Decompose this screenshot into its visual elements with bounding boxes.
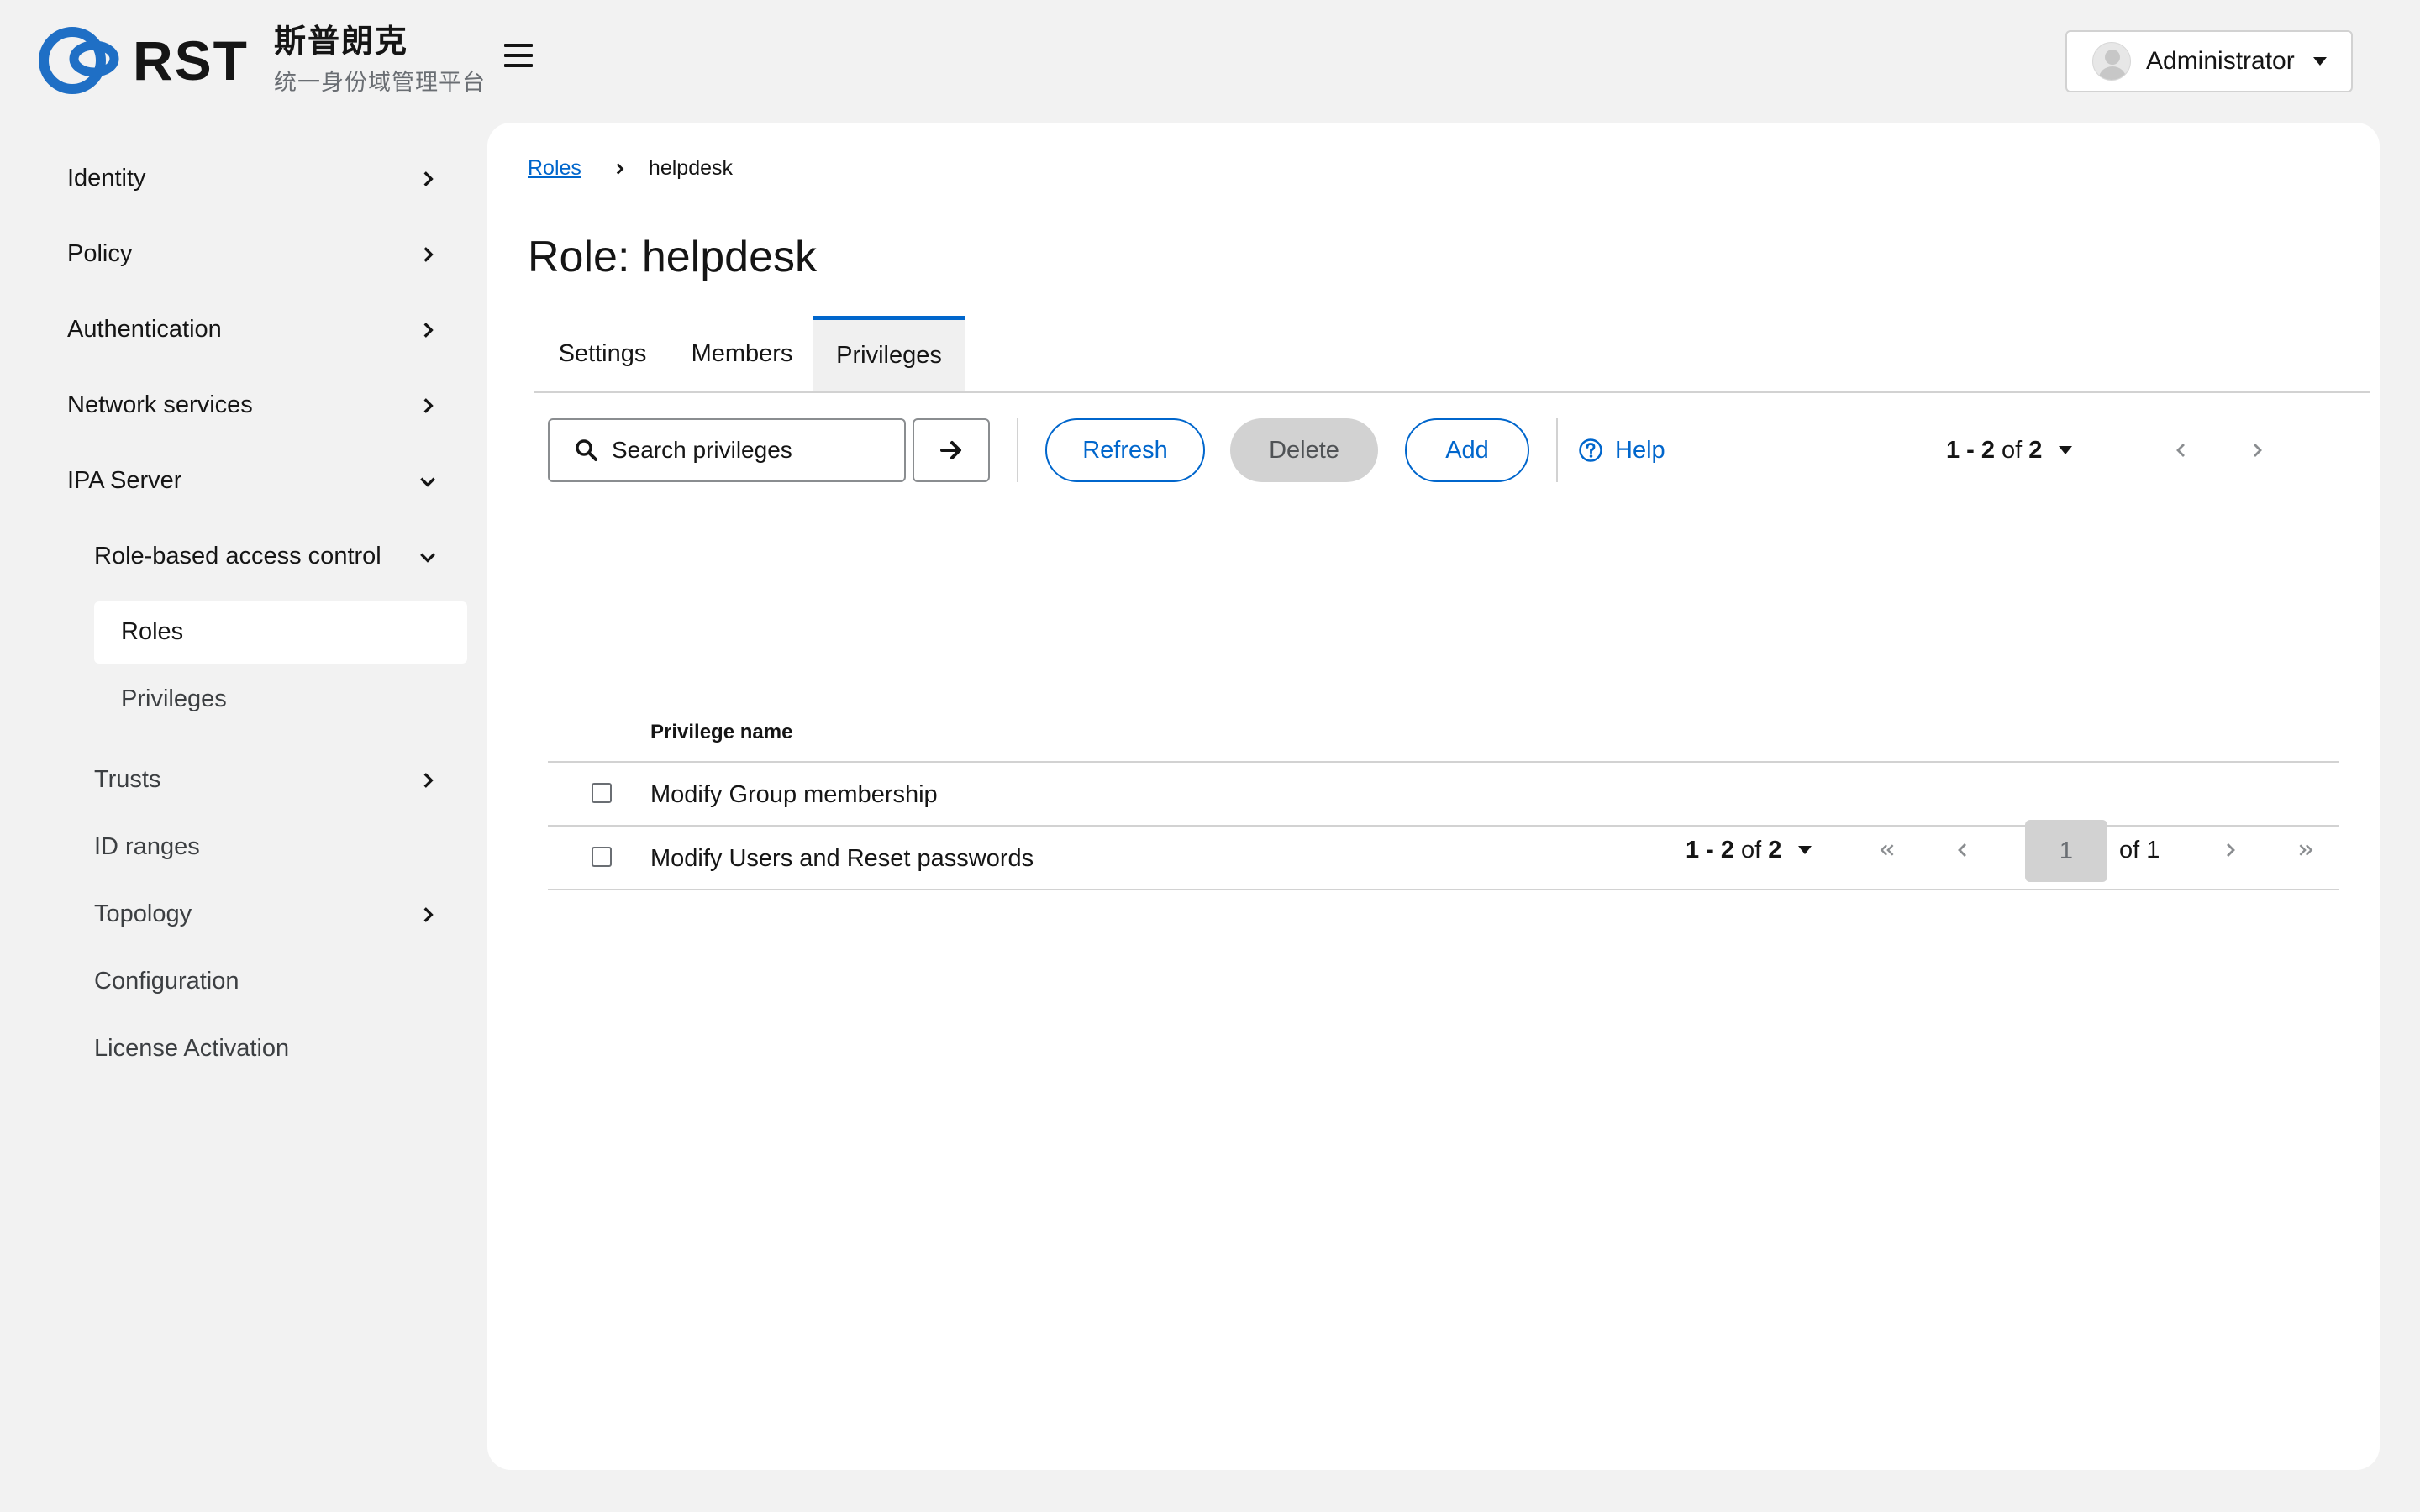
delete-button[interactable]: Delete <box>1230 418 1378 482</box>
pagination-range: 1 - 2 <box>1946 436 1996 464</box>
previous-page-button[interactable] <box>1938 818 1988 882</box>
user-menu-toggle[interactable]: Administrator <box>2065 30 2353 92</box>
pagination-toggle-bottom[interactable]: 1 - 2 of 2 <box>1686 818 1812 882</box>
pagination-total: 2 <box>2028 436 2043 464</box>
sidebar-item-label: License Activation <box>94 1035 290 1062</box>
next-page-button[interactable] <box>2205 818 2255 882</box>
chevron-right-icon[interactable] <box>415 166 440 192</box>
tab-bar: Settings Members Privileges <box>534 316 2370 393</box>
row-checkbox[interactable] <box>592 783 612 803</box>
privilege-name-cell: Modify Group membership <box>650 781 938 808</box>
page-count-label: of 1 <box>2119 836 2160 864</box>
sidebar-item-label: IPA Server <box>67 467 182 494</box>
sidebar-item-label: Privileges <box>121 685 227 712</box>
tab-members[interactable]: Members <box>671 316 813 391</box>
refresh-button[interactable]: Refresh <box>1045 418 1205 482</box>
sidebar-item-roles[interactable]: Roles <box>121 618 183 646</box>
search-box <box>548 418 906 482</box>
search-icon <box>575 438 598 462</box>
current-page-input[interactable]: 1 <box>2025 820 2107 882</box>
chevron-right-icon <box>2254 444 2262 457</box>
sidebar-item-policy[interactable]: Policy <box>67 240 132 268</box>
logo-icon <box>39 25 129 96</box>
sidebar-item-privileges[interactable]: Privileges <box>121 685 227 713</box>
chevron-down-icon[interactable] <box>415 544 440 570</box>
sidebar-item-label: Roles <box>121 618 184 645</box>
pagination-of: of <box>2002 436 2023 464</box>
breadcrumb-current: helpdesk <box>648 156 733 180</box>
page-title: Role: helpdesk <box>528 233 817 281</box>
sidebar-item-label: Identity <box>67 165 146 192</box>
main-content-card: Roles helpdesk Role: helpdesk Settings M… <box>487 123 2380 1470</box>
sidebar-item-rbac[interactable]: Role-based access control <box>94 543 381 570</box>
double-chevron-right-icon <box>2299 844 2313 856</box>
pagination-total: 2 <box>1768 836 1782 864</box>
add-button[interactable]: Add <box>1405 418 1529 482</box>
sidebar-item-label: Topology <box>94 900 192 927</box>
tab-privileges[interactable]: Privileges <box>813 316 965 391</box>
breadcrumb-link-roles[interactable]: Roles <box>528 156 581 181</box>
chevron-left-icon <box>1958 843 1966 857</box>
table-row: Modify Group membership <box>548 763 2339 827</box>
brand-subtitle: 统一身份域管理平台 <box>274 70 486 95</box>
sidebar-item-label: Configuration <box>94 968 239 995</box>
column-header-privilege-name: Privilege name <box>650 721 793 743</box>
sidebar-item-identity[interactable]: Identity <box>67 165 146 192</box>
sidebar-item-trusts[interactable]: Trusts <box>94 766 160 794</box>
sidebar-item-label: Policy <box>67 240 133 267</box>
pagination-bottom: 1 - 2 of 2 1 of 1 <box>487 818 2380 882</box>
chevron-right-icon[interactable] <box>415 318 440 343</box>
logo-wordmark: RST <box>133 29 249 92</box>
next-page-button[interactable] <box>2232 418 2282 482</box>
chevron-left-icon <box>2176 444 2185 457</box>
sidebar-item-network-services[interactable]: Network services <box>67 391 253 419</box>
sidebar-item-license-activation[interactable]: License Activation <box>94 1035 289 1063</box>
toolbar-divider <box>1556 418 1558 482</box>
sidebar-item-label: Authentication <box>67 316 222 343</box>
user-name: Administrator <box>2146 47 2295 75</box>
pagination-range: 1 - 2 <box>1686 836 1735 864</box>
avatar-icon <box>2092 42 2131 81</box>
sidebar-item-ipa-server[interactable]: IPA Server <box>67 467 182 495</box>
chevron-right-icon[interactable] <box>415 393 440 418</box>
last-page-button[interactable] <box>2281 818 2331 882</box>
sidebar-item-label: ID ranges <box>94 833 200 860</box>
chevron-right-icon <box>2227 843 2235 857</box>
help-label: Help <box>1615 436 1665 464</box>
pagination-of: of <box>1741 836 1762 864</box>
sidebar-item-topology[interactable]: Topology <box>94 900 192 928</box>
search-submit-button[interactable] <box>913 418 990 482</box>
chevron-right-icon <box>613 162 627 176</box>
chevron-down-icon[interactable] <box>415 469 440 494</box>
brand-logo: RST 斯普朗克 统一身份域管理平台 <box>39 22 486 99</box>
arrow-right-icon <box>940 441 961 459</box>
sidebar-item-configuration[interactable]: Configuration <box>94 968 239 995</box>
caret-down-icon <box>2059 446 2073 454</box>
brand-name: 斯普朗克 <box>274 24 409 60</box>
toolbar-divider <box>1017 418 1018 482</box>
chevron-right-icon[interactable] <box>415 902 440 927</box>
chevron-right-icon[interactable] <box>415 242 440 267</box>
chevron-right-icon[interactable] <box>415 768 440 793</box>
hamburger-icon[interactable] <box>504 44 533 67</box>
search-input[interactable] <box>612 437 881 464</box>
caret-down-icon <box>2312 57 2327 66</box>
tab-settings[interactable]: Settings <box>534 316 671 391</box>
pagination-toggle-top[interactable]: 1 - 2 of 2 <box>1946 418 2073 482</box>
caret-down-icon <box>1798 846 1812 854</box>
sidebar-item-label: Role-based access control <box>94 543 381 570</box>
help-link[interactable]: Help <box>1578 418 1665 482</box>
double-chevron-left-icon <box>1880 844 1894 856</box>
sidebar-item-authentication[interactable]: Authentication <box>67 316 222 344</box>
first-page-button[interactable] <box>1862 818 1912 882</box>
toolbar: Refresh Delete Add Help 1 - 2 of 2 <box>548 418 2339 482</box>
breadcrumb: Roles helpdesk <box>528 156 733 181</box>
sidebar-item-label: Network services <box>67 391 253 418</box>
sidebar-item-label: Trusts <box>94 766 161 793</box>
table-header: Privilege name <box>548 702 2339 763</box>
help-icon <box>1579 438 1602 462</box>
sidebar-item-id-ranges[interactable]: ID ranges <box>94 833 200 861</box>
previous-page-button[interactable] <box>2156 418 2207 482</box>
